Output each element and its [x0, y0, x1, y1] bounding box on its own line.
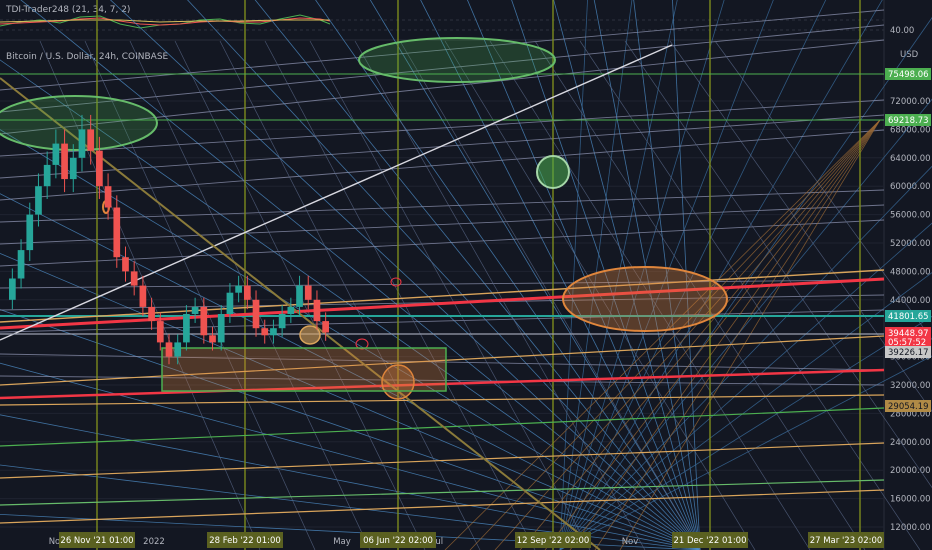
- price-tick-label: 12000.00: [890, 523, 931, 533]
- price-tick-label: 48000.00: [890, 267, 931, 277]
- time-badge-text: 26 Nov '21 01:00: [60, 536, 133, 546]
- candle-body: [217, 314, 225, 343]
- price-tick-label: 72000.00: [890, 97, 931, 107]
- time-tick-label: Nov: [622, 537, 639, 547]
- price-badge-text: 39226.17: [888, 348, 929, 358]
- candle-body: [87, 129, 95, 151]
- candle-body: [156, 321, 164, 343]
- candle-body: [139, 285, 147, 307]
- candle-body: [322, 321, 329, 333]
- price-tick-label: 20000.00: [890, 466, 931, 476]
- candle-body: [243, 285, 251, 300]
- ellipse-green-top: [358, 37, 556, 83]
- candle-body: [9, 278, 16, 300]
- candle-body: [130, 271, 138, 286]
- price-badge-text: 29054.19: [888, 402, 929, 412]
- price-tick-label: 32000.00: [890, 381, 931, 391]
- candle-body: [183, 314, 190, 343]
- price-tick-label: 44000.00: [890, 296, 931, 306]
- price-tick-label: 24000.00: [890, 438, 931, 448]
- price-badge-text: 75498.06: [888, 70, 929, 80]
- price-tick-label: 64000.00: [890, 154, 931, 164]
- time-badge-text: 12 Sep '22 02:00: [517, 536, 590, 546]
- candle-body: [26, 214, 34, 251]
- candle-body: [313, 299, 321, 322]
- candle-body: [52, 143, 60, 165]
- candle-body: [78, 129, 86, 158]
- candle-body: [35, 186, 42, 215]
- price-tick-label: 16000.00: [890, 495, 931, 505]
- candle-body: [148, 306, 155, 322]
- candle-body: [174, 342, 182, 357]
- time-tick-label: 2022: [143, 537, 165, 547]
- candle-body: [226, 292, 234, 314]
- chart-canvas[interactable]: TDI-Trader248 (21, 34, 7, 2) 40.00 USD 7…: [0, 0, 932, 550]
- candle-body: [104, 186, 112, 208]
- candle-body: [252, 299, 260, 329]
- price-tick-label: 68000.00: [890, 125, 931, 135]
- candle-body: [43, 164, 51, 187]
- time-badge-text: 21 Dec '22 01:00: [673, 536, 746, 546]
- time-badge-text: 28 Feb '22 01:00: [209, 536, 281, 546]
- candle-body: [270, 328, 277, 336]
- candle-body: [17, 250, 25, 279]
- time-badge-text: 27 Mar '23 02:00: [810, 536, 883, 546]
- candle-body: [96, 150, 103, 187]
- price-tick-label: 60000.00: [890, 182, 931, 192]
- candle-body: [69, 157, 77, 180]
- rect-zone: [161, 347, 447, 392]
- price-badge-text: 69218.73: [888, 116, 929, 126]
- candle-body: [113, 207, 121, 258]
- indicator-title: TDI-Trader248 (21, 34, 7, 2): [5, 5, 130, 15]
- price-tick-label: 52000.00: [890, 239, 931, 249]
- ellipse-orange-large: [562, 266, 728, 332]
- time-tick-label: May: [333, 537, 351, 547]
- candle-body: [165, 342, 173, 357]
- candle-body: [278, 314, 286, 329]
- ellipse-green-left: [0, 95, 158, 151]
- candle-body: [122, 257, 129, 272]
- candle-body: [287, 306, 295, 314]
- candle-body: [209, 335, 216, 343]
- price-badge-text: 41801.65: [888, 312, 929, 322]
- candle-body: [191, 306, 199, 314]
- indicator-level: 40.00: [890, 26, 914, 36]
- candle-body: [235, 285, 242, 293]
- candle-body: [61, 143, 68, 180]
- candle-body: [200, 306, 208, 336]
- currency-label: USD: [900, 50, 919, 60]
- ellipse-green-small: [536, 155, 570, 189]
- candle-body: [296, 285, 303, 307]
- candle-body: [304, 285, 312, 300]
- price-tick-label: 56000.00: [890, 211, 931, 221]
- time-badge-text: 06 Jun '22 02:00: [363, 536, 433, 546]
- candle-body: [261, 328, 269, 336]
